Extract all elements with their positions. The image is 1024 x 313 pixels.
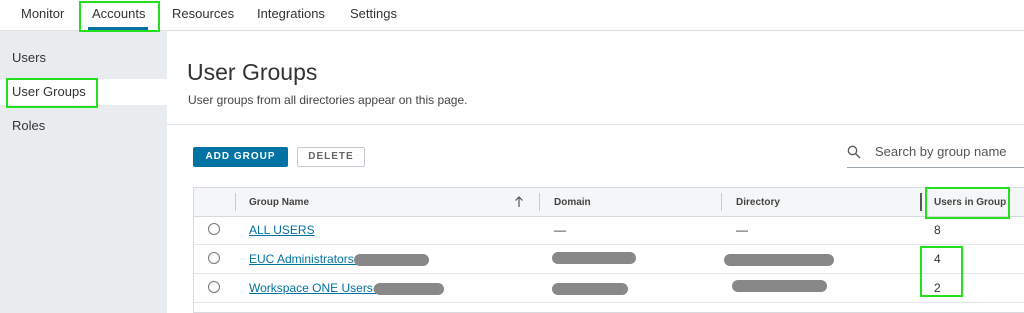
highlight-box: [79, 1, 160, 32]
main-content: User Groups User groups from all directo…: [167, 31, 1024, 313]
search-underline: [847, 167, 1024, 168]
redaction-mark: [374, 283, 444, 295]
group-name-link[interactable]: Workspace ONE Users@: [249, 281, 385, 295]
domain-cell: —: [554, 223, 566, 237]
highlight-box: [6, 78, 98, 108]
redaction-mark: [724, 254, 834, 266]
search-input[interactable]: [875, 141, 1024, 161]
sidebar-item-label: Roles: [12, 118, 46, 133]
column-header-group-name[interactable]: Group Name: [249, 197, 309, 208]
redaction-mark: [732, 280, 827, 292]
sidebar-item-roles[interactable]: Roles: [0, 113, 167, 139]
tab-settings[interactable]: Settings: [350, 6, 397, 21]
group-name-link[interactable]: ALL USERS: [249, 223, 315, 237]
user-groups-table: Group Name Domain Directory Users in Gro…: [193, 187, 1024, 313]
column-separator[interactable]: [920, 193, 922, 211]
tab-monitor[interactable]: Monitor: [21, 6, 64, 21]
search-box: [847, 141, 1024, 168]
sidebar-item-users[interactable]: Users: [0, 45, 167, 71]
row-select-radio[interactable]: [208, 252, 220, 264]
redaction-mark: [552, 252, 636, 264]
table-row: Workspace ONE Users@ 2: [194, 274, 1024, 303]
column-separator: [235, 193, 236, 211]
page-subtitle: User groups from all directories appear …: [188, 93, 468, 107]
tab-resources[interactable]: Resources: [172, 6, 234, 21]
redaction-mark: [552, 283, 628, 295]
add-group-button[interactable]: ADD GROUP: [193, 147, 288, 167]
delete-button[interactable]: DELETE: [297, 147, 365, 167]
row-select-radio[interactable]: [208, 281, 220, 293]
highlight-box: [920, 246, 963, 297]
column-header-directory[interactable]: Directory: [736, 197, 780, 208]
divider: [167, 124, 1024, 125]
column-separator: [721, 193, 722, 211]
sidebar-item-label: Users: [12, 50, 46, 65]
directory-cell: —: [736, 223, 748, 237]
page-title: User Groups: [187, 59, 318, 85]
redaction-mark: [354, 254, 429, 266]
users-count-cell: 8: [934, 223, 941, 237]
sidebar: Users User Groups Roles: [0, 31, 167, 313]
search-icon: [847, 145, 861, 159]
table-row: ALL USERS — — 8: [194, 216, 1024, 245]
group-name-link[interactable]: EUC Administrators@: [249, 252, 366, 266]
table-header: Group Name Domain Directory Users in Gro…: [194, 188, 1024, 217]
table-row: EUC Administrators@ 4: [194, 245, 1024, 274]
row-select-radio[interactable]: [208, 223, 220, 235]
tab-integrations[interactable]: Integrations: [257, 6, 325, 21]
highlight-box: [925, 187, 1010, 219]
column-separator: [539, 193, 540, 211]
column-header-domain[interactable]: Domain: [554, 197, 591, 208]
arrow-up-icon[interactable]: [514, 196, 524, 208]
